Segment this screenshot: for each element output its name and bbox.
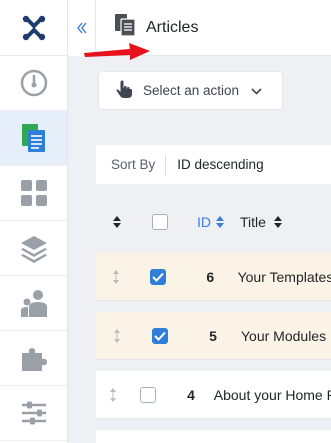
ordering-header-icon[interactable] [96,216,138,228]
next-row-edge [96,430,331,443]
toolbar: Select an action [96,56,331,124]
drag-handle-icon[interactable] [96,269,137,284]
chevrons-left-icon [76,22,87,34]
system-sliders-icon[interactable] [0,386,67,441]
row-checkbox[interactable] [130,386,165,403]
table-row[interactable]: 6 Your Templates [96,253,331,301]
drag-handle-icon[interactable] [96,387,130,402]
joomla-logo-icon[interactable] [0,0,67,56]
articles-icon [114,13,136,42]
row-checkbox[interactable] [137,268,180,285]
select-all-checkbox[interactable] [138,214,182,230]
hand-pointer-icon [115,79,133,102]
title-column-header[interactable]: Title [240,214,282,230]
dashboard-gauge-icon[interactable] [0,56,67,111]
select-action-label: Select an action [143,83,240,98]
row-checkbox[interactable] [138,327,182,344]
id-column-header[interactable]: ID [182,214,240,230]
row-title-link[interactable]: About your Home Page [213,387,331,403]
users-icon[interactable] [0,276,67,331]
sort-by-label: Sort By [96,153,167,176]
sort-by-select[interactable]: ID descending [166,157,263,172]
sort-icon [273,216,282,228]
table-row[interactable]: 5 Your Modules [96,312,331,360]
row-id: 4 [187,386,195,403]
title-column-label: Title [240,214,266,230]
table-header: ID Title [96,198,331,246]
row-id: 6 [206,268,215,285]
select-action-dropdown[interactable]: Select an action [98,71,283,110]
id-column-label: ID [197,214,211,230]
extensions-puzzle-icon[interactable] [0,331,67,386]
content-articles-icon[interactable] [0,111,67,166]
menus-grid-icon[interactable] [0,166,67,221]
row-id: 5 [209,327,217,344]
sidebar [0,0,68,443]
sort-bar: Sort By ID descending [96,145,331,184]
sort-icon [216,216,224,228]
components-layers-icon[interactable] [0,221,67,276]
page-title: Articles [146,18,199,36]
drag-handle-icon[interactable] [96,328,138,343]
table-row[interactable]: 4 About your Home Page [96,371,331,419]
row-title-link[interactable]: Your Modules [240,328,326,344]
chevron-down-icon [251,84,262,98]
row-title-link[interactable]: Your Templates [237,269,331,285]
